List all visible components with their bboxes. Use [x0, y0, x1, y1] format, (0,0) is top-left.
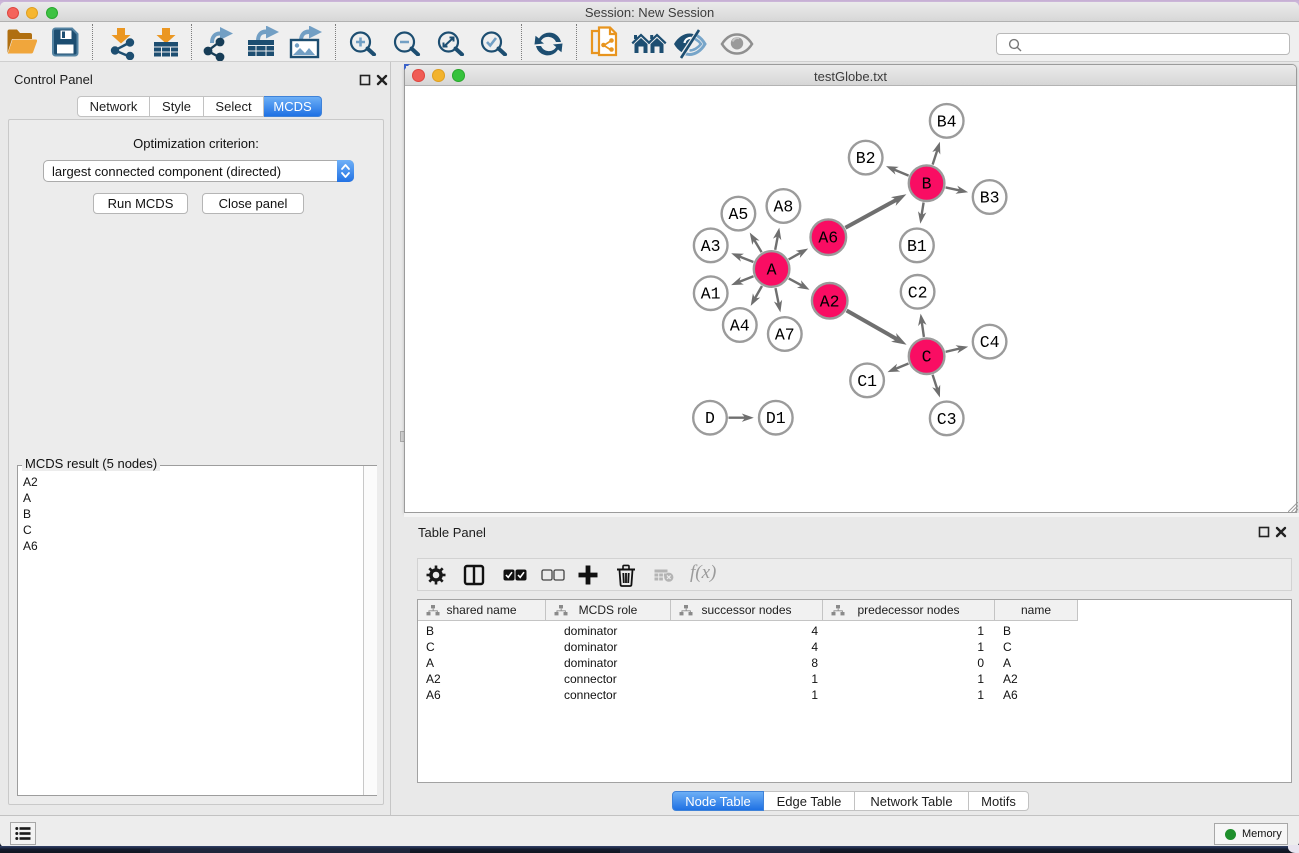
svg-text:C1: C1 [857, 372, 877, 391]
svg-text:C4: C4 [980, 333, 1000, 352]
svg-text:C2: C2 [908, 283, 928, 302]
svg-text:D1: D1 [766, 409, 786, 428]
svg-text:C3: C3 [937, 410, 957, 429]
svg-text:B2: B2 [856, 149, 876, 168]
svg-text:B1: B1 [907, 237, 927, 256]
svg-text:A5: A5 [728, 205, 748, 224]
svg-text:B3: B3 [980, 189, 1000, 208]
svg-text:B: B [922, 175, 932, 194]
svg-text:A6: A6 [818, 229, 838, 248]
svg-text:C: C [922, 348, 932, 367]
svg-text:A2: A2 [820, 292, 840, 311]
svg-text:A: A [767, 261, 777, 280]
svg-text:A8: A8 [773, 198, 793, 217]
svg-text:A1: A1 [701, 285, 721, 304]
svg-text:A4: A4 [730, 317, 750, 336]
svg-text:B4: B4 [937, 112, 957, 131]
svg-text:A7: A7 [775, 326, 795, 345]
svg-text:D: D [705, 409, 715, 428]
svg-text:A3: A3 [701, 237, 721, 256]
